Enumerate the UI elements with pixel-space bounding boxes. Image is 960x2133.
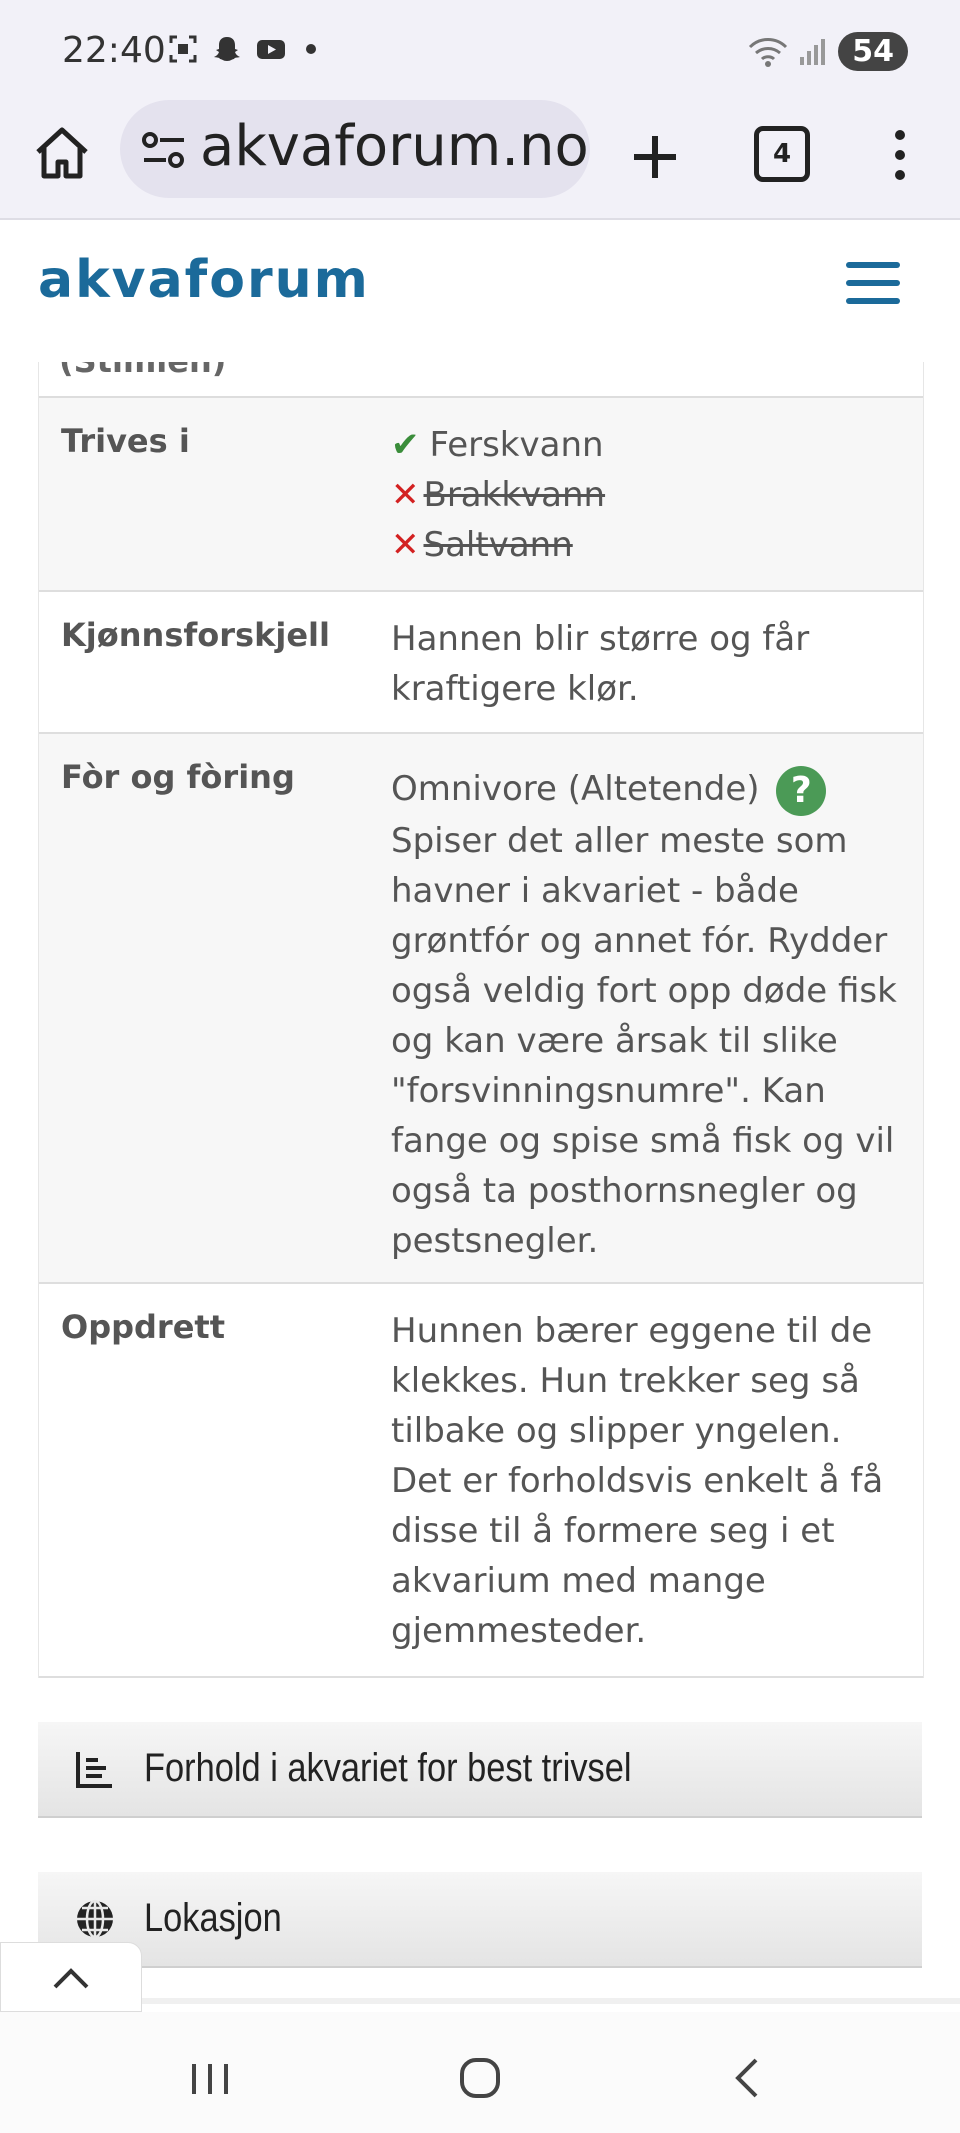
chevron-up-icon <box>53 1968 89 1989</box>
row-value: Spiser det aller meste som havner i akva… <box>391 820 897 1261</box>
habitat-list: ✔ Ferskvann ✕ Brakkvann ✕ Saltvann <box>391 398 923 590</box>
url-text: akvaforum.no/ <box>200 114 590 179</box>
table-row-breeding: Oppdrett Hunnen bærer eggene til de klek… <box>39 1284 923 1678</box>
tab-switcher-button[interactable]: 4 <box>754 126 810 182</box>
status-time: 22:40 <box>62 30 166 71</box>
notification-dot <box>306 44 316 54</box>
section-label: Lokasjon <box>144 1896 282 1940</box>
hamburger-menu-icon[interactable] <box>846 262 900 312</box>
site-settings-icon[interactable] <box>142 130 186 170</box>
habitat-brackish: ✕ Brakkvann <box>391 470 899 520</box>
diet-type: Omnivore (Altetende) <box>391 769 760 809</box>
section-location[interactable]: Lokasjon <box>38 1872 922 1968</box>
wifi-icon <box>749 37 788 67</box>
signal-icon <box>800 38 826 65</box>
row-label: Kjønnsforskjell <box>61 616 330 654</box>
browser-toolbar: akvaforum.no/ 4 <box>0 100 960 220</box>
table-row-habitat: Trives i ✔ Ferskvann ✕ Brakkvann ✕ Saltv… <box>39 398 923 592</box>
row-label: Trives i <box>61 422 190 460</box>
status-left-icons <box>168 34 316 64</box>
back-icon[interactable] <box>718 2048 778 2108</box>
recent-apps-icon[interactable] <box>180 2048 240 2108</box>
row-value: Hunnen bærer eggene til de klekkes. Hun … <box>391 1311 884 1651</box>
site-logo[interactable]: akvaforum <box>38 250 370 310</box>
feeding-value: Omnivore (Altetende) ? Spiser det aller … <box>391 734 923 1282</box>
table-row-feeding: Fòr og fòring Omnivore (Altetende) ? Spi… <box>39 734 923 1284</box>
home-nav-icon[interactable] <box>450 2048 510 2108</box>
row-label: Fòr og fòring <box>61 758 295 796</box>
url-field[interactable]: akvaforum.no/ <box>120 100 590 198</box>
species-info-table: (Stimlen) Trives i ✔ Ferskvann ✕ Brakkva… <box>38 362 924 1678</box>
habitat-freshwater: ✔ Ferskvann <box>391 420 899 470</box>
section-label: Forhold i akvariet for best trivsel <box>144 1746 632 1790</box>
globe-icon <box>77 1899 113 1939</box>
screenshot-icon <box>169 35 197 63</box>
site-header: akvaforum <box>0 220 960 360</box>
partial-row-label: (Stimlen) <box>59 362 226 380</box>
youtube-icon <box>257 40 285 59</box>
habitat-name: Brakkvann <box>423 475 606 515</box>
habitat-saltwater: ✕ Saltvann <box>391 520 899 570</box>
cross-icon: ✕ <box>391 525 420 565</box>
snapchat-icon <box>214 37 240 61</box>
new-tab-icon[interactable] <box>620 122 690 192</box>
browser-menu-icon[interactable] <box>880 122 920 192</box>
home-icon[interactable] <box>30 122 94 186</box>
battery-level: 54 <box>838 32 908 71</box>
checkmark-icon: ✔ <box>391 425 420 465</box>
row-value: Hannen blir større og får kraftigere klø… <box>391 619 810 709</box>
cross-icon: ✕ <box>391 475 420 515</box>
system-nav-bar <box>0 2012 960 2133</box>
section-aquarium-conditions[interactable]: Forhold i akvariet for best trivsel <box>38 1722 922 1818</box>
status-right-icons: 54 <box>748 32 908 71</box>
habitat-name: Saltvann <box>423 525 573 565</box>
habitat-name: Ferskvann <box>429 425 604 465</box>
bar-chart-icon <box>76 1752 112 1788</box>
row-label: Oppdrett <box>61 1308 225 1346</box>
help-icon[interactable]: ? <box>776 765 827 816</box>
divider <box>142 1998 960 2004</box>
table-row-sex-difference: Kjønnsforskjell Hannen blir større og få… <box>39 592 923 734</box>
status-bar: 22:40 54 <box>0 0 960 100</box>
table-row-partial: (Stimlen) <box>39 362 923 398</box>
scroll-to-top-button[interactable] <box>0 1942 142 2012</box>
